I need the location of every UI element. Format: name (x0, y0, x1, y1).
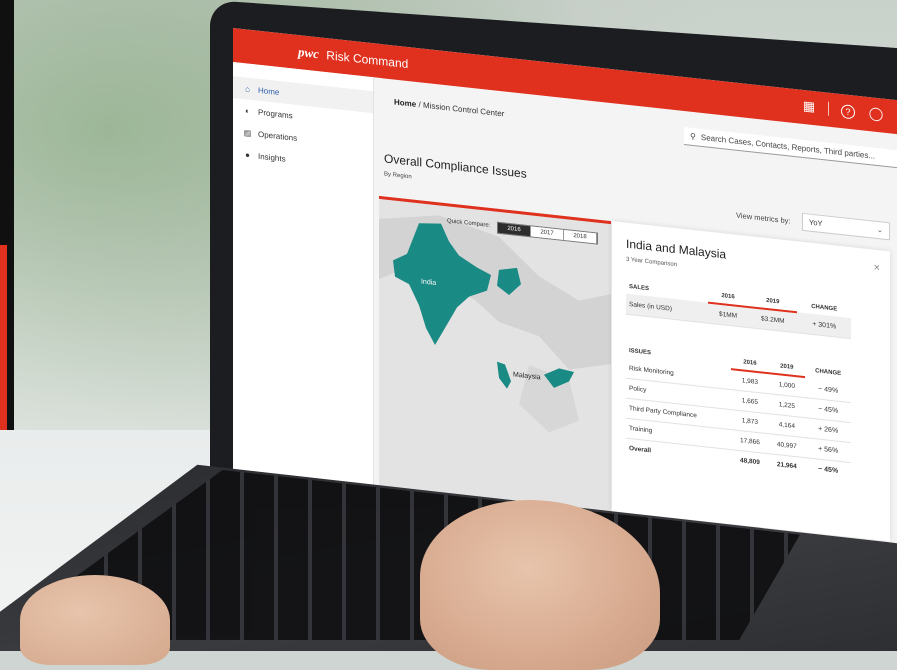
row-value-2016: 48,809 (739, 457, 760, 467)
brand[interactable]: pwc Risk Command (298, 44, 408, 72)
row-value-2019: $3.2MM (748, 306, 798, 333)
breadcrumb: Home / Mission Control Center (394, 97, 504, 118)
sidebar-item-label: Programs (258, 107, 293, 120)
left-hand (20, 575, 170, 665)
year-option[interactable]: 2018 (564, 229, 597, 244)
main-content: Home / Mission Control Center ⚲ Search C… (374, 77, 897, 546)
breadcrumb-current: Mission Control Center (422, 100, 505, 119)
metrics-select-value: YoY (809, 217, 823, 229)
brand-logo: pwc (298, 44, 319, 62)
comparison-panel: India and Malaysia 3 Year Comparison × S… (612, 221, 890, 542)
search-icon: ⚲ (690, 131, 696, 142)
year-option[interactable]: 2016 (498, 222, 531, 237)
laptop-screen: pwc Risk Command ▦ ? ◯ ⌂ Home ◐ Programs… (233, 28, 897, 547)
row-value-2019: 21,964 (776, 461, 797, 471)
chat-icon[interactable]: ◯ (867, 104, 885, 124)
region-map[interactable]: India Malaysia Quick Compare: 2016 2017 … (379, 195, 611, 515)
sidebar-item-label: Insights (258, 151, 286, 164)
apps-grid-icon[interactable]: ▦ (800, 97, 818, 117)
panel-subtitle: 3 Year Comparison (626, 256, 678, 269)
metrics-select[interactable]: YoY ⌄ (802, 212, 890, 241)
chevron-down-icon: ⌄ (876, 224, 883, 235)
row-change: − 45% (818, 465, 839, 475)
sales-table: SALES 2016 2019 CHANGE Sales (in USD) $1… (626, 277, 851, 339)
close-icon[interactable]: × (874, 262, 880, 275)
search-placeholder: Search Cases, Contacts, Reports, Third p… (700, 132, 876, 161)
metrics-label: View metrics by: (736, 210, 791, 226)
help-icon[interactable]: ? (839, 101, 857, 121)
sidebar-item-label: Operations (258, 129, 298, 143)
sidebar: ⌂ Home ◐ Programs ▤ Operations ● Insight… (233, 62, 374, 489)
page-subtitle: By Region (384, 171, 412, 181)
info-icon: ● (245, 149, 250, 160)
row-value-2016: $1MM (707, 302, 749, 328)
topbar-divider (828, 101, 829, 116)
issues-table: ISSUES 2016 2019 CHANGE Risk Monitoring … (626, 341, 851, 482)
topbar-icons: ▦ ? ◯ (800, 97, 885, 124)
home-icon: ⌂ (245, 83, 250, 94)
search-input[interactable]: ⚲ Search Cases, Contacts, Reports, Third… (684, 126, 897, 169)
brand-name: Risk Command (326, 48, 409, 72)
document-icon: ▤ (243, 127, 252, 138)
year-option[interactable]: 2017 (531, 226, 564, 240)
programs-icon: ◐ (245, 105, 250, 116)
breadcrumb-home[interactable]: Home (394, 97, 416, 108)
map-canvas: India Malaysia (379, 215, 611, 433)
sidebar-item-label: Home (258, 85, 280, 97)
map-label-india: India (421, 278, 436, 287)
breadcrumb-separator: / (418, 100, 421, 110)
malaysia-peninsula[interactable] (497, 361, 511, 390)
